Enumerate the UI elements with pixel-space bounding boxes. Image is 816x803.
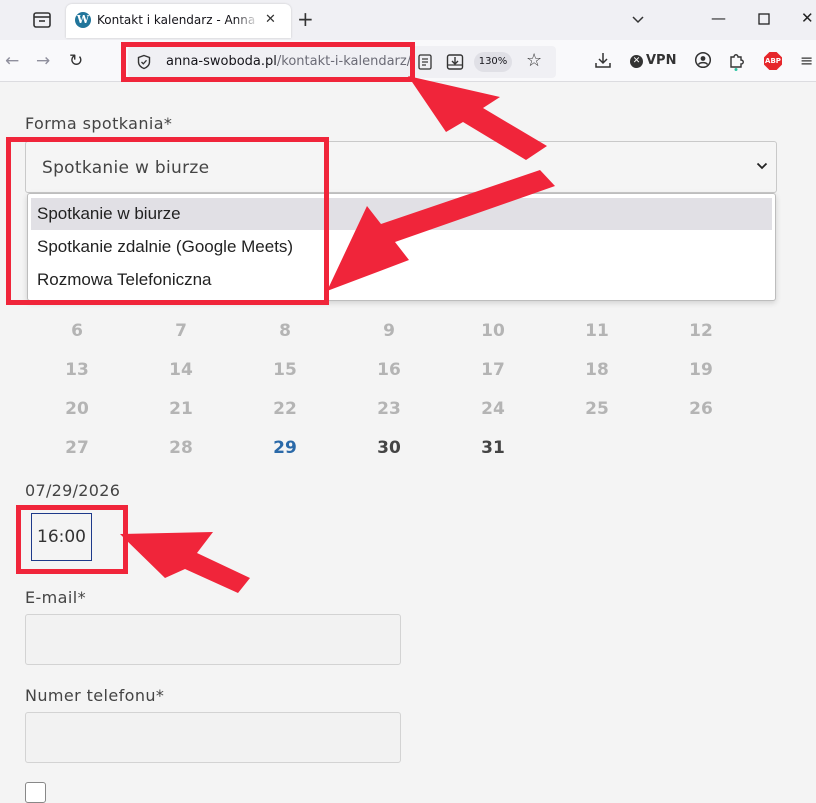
calendar-day: 9: [383, 321, 395, 341]
phone-input[interactable]: [25, 712, 401, 763]
chevron-down-icon[interactable]: [631, 13, 645, 27]
zoom-level[interactable]: 130%: [474, 52, 512, 72]
consent-checkbox[interactable]: [25, 782, 46, 803]
calendar-day: 14: [169, 360, 193, 380]
calendar-day: 18: [585, 360, 609, 380]
minimize-icon[interactable]: —: [711, 8, 726, 28]
calendar-day: 15: [273, 360, 297, 380]
calendar-day: 12: [689, 321, 713, 341]
calendar-day: 8: [279, 321, 291, 341]
calendar-day: 16: [377, 360, 401, 380]
email-input[interactable]: [25, 614, 401, 665]
time-slot-highlight-box: [16, 505, 128, 574]
calendar-day: 27: [65, 438, 89, 458]
reader-view-icon[interactable]: [418, 54, 432, 70]
calendar-day: 13: [65, 360, 89, 380]
calendar-day: 11: [585, 321, 609, 341]
calendar-day: 17: [481, 360, 505, 380]
email-label: E-mail*: [25, 588, 86, 607]
menu-icon[interactable]: ≡: [800, 52, 813, 70]
meeting-type-label: Forma spotkania*: [25, 114, 173, 133]
calendar-day: 23: [377, 399, 401, 419]
browser-tab[interactable]: W Kontakt i kalendarz - Anna Swoboda ✕: [66, 4, 291, 38]
wordpress-icon: W: [75, 12, 91, 28]
calendar-day: 26: [689, 399, 713, 419]
adblock-plus-icon[interactable]: ABP: [764, 52, 782, 70]
calendar-day: 6: [71, 321, 83, 341]
calendar-day: 19: [689, 360, 713, 380]
selected-date: 07/29/2026: [25, 481, 121, 500]
back-icon[interactable]: ←: [5, 51, 19, 71]
calendar-day: 25: [585, 399, 609, 419]
calendar-day: 24: [481, 399, 505, 419]
maximize-icon[interactable]: [758, 13, 770, 25]
extensions-icon[interactable]: [728, 51, 746, 71]
forward-icon[interactable]: →: [36, 51, 50, 71]
tab-list-icon[interactable]: [28, 8, 56, 32]
download-icon[interactable]: [594, 51, 612, 69]
vpn-button[interactable]: ✕ VPN: [630, 53, 676, 68]
plus-icon[interactable]: +: [297, 8, 314, 30]
close-icon[interactable]: ✕: [265, 13, 276, 27]
pocket-icon[interactable]: [446, 53, 464, 71]
close-window-icon[interactable]: ✕: [801, 8, 814, 28]
calendar-day: 22: [273, 399, 297, 419]
calendar-day[interactable]: 30: [364, 438, 414, 458]
calendar-day: 20: [65, 399, 89, 419]
chevron-down-icon: [756, 162, 768, 170]
tab-title: Kontakt i kalendarz - Anna Swoboda: [97, 13, 259, 27]
vpn-off-icon: ✕: [630, 55, 643, 68]
phone-label: Numer telefonu*: [25, 686, 165, 705]
calendar-day: 21: [169, 399, 193, 419]
calendar-day: 28: [169, 438, 193, 458]
dropdown-highlight-box: [6, 137, 329, 305]
calendar-day[interactable]: 29: [260, 438, 310, 458]
account-icon[interactable]: [694, 51, 712, 69]
url-highlight-box: [121, 42, 415, 82]
time-slot-arrow: [120, 532, 250, 593]
reload-icon[interactable]: ↻: [69, 51, 83, 71]
calendar-day: 10: [481, 321, 505, 341]
calendar-day[interactable]: 31: [468, 438, 518, 458]
tab-bar: W Kontakt i kalendarz - Anna Swoboda ✕ +…: [0, 0, 816, 40]
calendar-day: 7: [175, 321, 187, 341]
star-icon[interactable]: ☆: [526, 51, 542, 71]
